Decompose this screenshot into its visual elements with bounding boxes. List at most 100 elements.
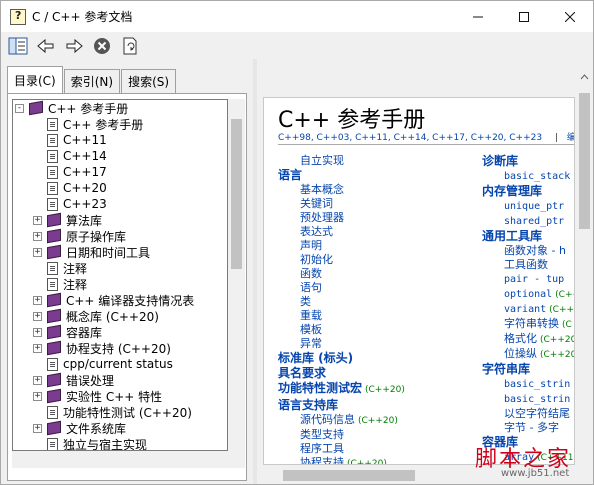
tree-node[interactable]: - C++ 参考手册	[13, 100, 227, 116]
tree-node[interactable]: + 错误处理	[13, 372, 227, 388]
expand-icon[interactable]: +	[33, 231, 42, 241]
tree-node[interactable]: C++17	[13, 164, 227, 180]
tree-node[interactable]: C++23	[13, 196, 227, 212]
topic-link[interactable]: 协程支持 (C++20)	[278, 456, 478, 464]
tree-scroll-thumb[interactable]	[231, 119, 242, 269]
section-heading-link[interactable]: 具名要求	[278, 366, 478, 381]
section-heading-link[interactable]: 内存管理库	[482, 184, 574, 199]
tree-node[interactable]: C++ 参考手册	[13, 116, 227, 132]
section-heading-link[interactable]: 字符串库	[482, 362, 574, 377]
expand-icon[interactable]: +	[33, 215, 42, 225]
expand-icon[interactable]: +	[33, 343, 42, 353]
topic-link[interactable]: 重载	[278, 309, 478, 323]
tree-node[interactable]: + 日期和时间工具	[13, 244, 227, 260]
minimize-button[interactable]	[455, 1, 501, 32]
edit-link[interactable]: 编译	[567, 133, 574, 143]
minimize-icon	[473, 16, 483, 17]
section-heading-link[interactable]: 功能特性测试宏 (C++20)	[278, 381, 478, 398]
expand-icon[interactable]: +	[33, 423, 42, 433]
versions-text[interactable]: C++98, C++03, C++11, C++14, C++17, C++20…	[278, 133, 542, 143]
tree-node[interactable]: + 原子操作库	[13, 228, 227, 244]
tab-search[interactable]: 搜索(S)	[121, 69, 177, 93]
tree-node[interactable]: + 实验性 C++ 特性	[13, 388, 227, 404]
topic-link[interactable]: 程序工具	[278, 442, 478, 456]
topic-link[interactable]: 表达式	[278, 225, 478, 239]
topic-link[interactable]: shared_ptr	[482, 214, 574, 229]
expand-icon[interactable]: +	[33, 327, 42, 337]
topic-link[interactable]: 类	[278, 295, 478, 309]
window-title: C / C++ 参考文档	[32, 10, 133, 24]
topic-scroll-thumb[interactable]	[579, 93, 590, 229]
tree-node[interactable]: + C++ 编译器支持情况表	[13, 292, 227, 308]
expand-icon[interactable]: +	[33, 295, 42, 305]
tree-node[interactable]: C++11	[13, 132, 227, 148]
topic-link[interactable]: 自立实现	[278, 154, 478, 168]
topic-link[interactable]: basic_stack	[482, 169, 574, 184]
topic-link[interactable]: 初始化	[278, 253, 478, 267]
section-heading-link[interactable]: 诊断库	[482, 154, 574, 169]
topic-link[interactable]: 源代码信息 (C++20)	[278, 413, 478, 428]
topic-link[interactable]: unique_ptr	[482, 199, 574, 214]
section-heading-link[interactable]: 通用工具库	[482, 229, 574, 244]
tree-node[interactable]: C++14	[13, 148, 227, 164]
hide-pane-button[interactable]	[7, 35, 29, 57]
scroll-up-icon[interactable]	[576, 71, 593, 83]
tree-node[interactable]: cpp/current status	[13, 356, 227, 372]
topic-link[interactable]: 语句	[278, 281, 478, 295]
topic-link[interactable]: 声明	[278, 239, 478, 253]
tree-node[interactable]: + 协程支持 (C++20)	[13, 340, 227, 356]
contents-tree[interactable]: - C++ 参考手册 C++ 参考手册 C++11 C++14 C++17 C++20 C++…	[12, 99, 228, 451]
topic-link[interactable]: 函数对象 - h	[482, 244, 574, 258]
topic-link[interactable]: 字符串转换 (C	[482, 317, 574, 332]
refresh-button[interactable]	[119, 35, 141, 57]
topic-link[interactable]: 关键词	[278, 197, 478, 211]
close-button[interactable]	[547, 1, 593, 32]
tab-index[interactable]: 索引(N)	[63, 69, 121, 93]
tab-contents[interactable]: 目录(C)	[7, 66, 63, 93]
topic-link[interactable]: 工具函数	[482, 258, 574, 272]
tree-node-label: 算法库	[66, 213, 103, 228]
expand-icon[interactable]: +	[33, 311, 42, 321]
topic-link[interactable]: 类型支持	[278, 428, 478, 442]
section-heading-link[interactable]: 语言支持库	[278, 398, 478, 413]
topic-link[interactable]: 字节 - 多字	[482, 421, 574, 435]
collapse-icon[interactable]: -	[15, 103, 24, 113]
topic-link[interactable]: 以空字符结尾	[482, 407, 574, 421]
tree-node[interactable]: + 容器库	[13, 324, 227, 340]
topic-link[interactable]: basic_strin	[482, 377, 574, 392]
topic-link[interactable]: 预处理器	[278, 211, 478, 225]
tree-horizontal-scrollbar[interactable]	[12, 451, 245, 468]
topic-link[interactable]: 位操纵(C++20)	[482, 347, 574, 362]
topic-hscroll-thumb[interactable]	[283, 470, 415, 481]
tree-node[interactable]: + 文件系统库	[13, 420, 227, 436]
topic-link[interactable]: variant (C++	[482, 302, 574, 317]
section-heading-link[interactable]: 语言	[278, 168, 478, 183]
tree-node[interactable]: + 概念库 (C++20)	[13, 308, 227, 324]
forward-button[interactable]	[63, 35, 85, 57]
expand-icon[interactable]: +	[33, 247, 42, 257]
tree-node[interactable]: 独立与宿主实现	[13, 436, 227, 450]
topic-link[interactable]: optional(C++	[482, 287, 574, 302]
topic-link[interactable]: 模板	[278, 323, 478, 337]
tree-node[interactable]: 注释	[13, 260, 227, 276]
link-text: 异常	[300, 337, 322, 350]
expand-icon[interactable]: +	[33, 391, 42, 401]
tree-node[interactable]: + 算法库	[13, 212, 227, 228]
topic-link[interactable]: pair - tup	[482, 272, 574, 287]
page-icon	[47, 357, 58, 371]
topic-link[interactable]: 格式化(C++20)	[482, 332, 574, 347]
back-button[interactable]	[35, 35, 57, 57]
topic-link[interactable]: 异常	[278, 337, 478, 351]
topic-link[interactable]: basic_strin	[482, 392, 574, 407]
tree-node[interactable]: 注释	[13, 276, 227, 292]
topic-vertical-scrollbar[interactable]	[576, 71, 593, 468]
tree-vertical-scrollbar[interactable]	[228, 99, 245, 451]
expand-icon[interactable]: +	[33, 375, 42, 385]
section-heading-link[interactable]: 标准库 (标头)	[278, 351, 478, 366]
tree-node[interactable]: C++20	[13, 180, 227, 196]
topic-link[interactable]: 基本概念	[278, 183, 478, 197]
topic-link[interactable]: 函数	[278, 267, 478, 281]
tree-node[interactable]: 功能特性测试 (C++20)	[13, 404, 227, 420]
stop-button[interactable]	[91, 35, 113, 57]
maximize-button[interactable]	[501, 1, 547, 32]
